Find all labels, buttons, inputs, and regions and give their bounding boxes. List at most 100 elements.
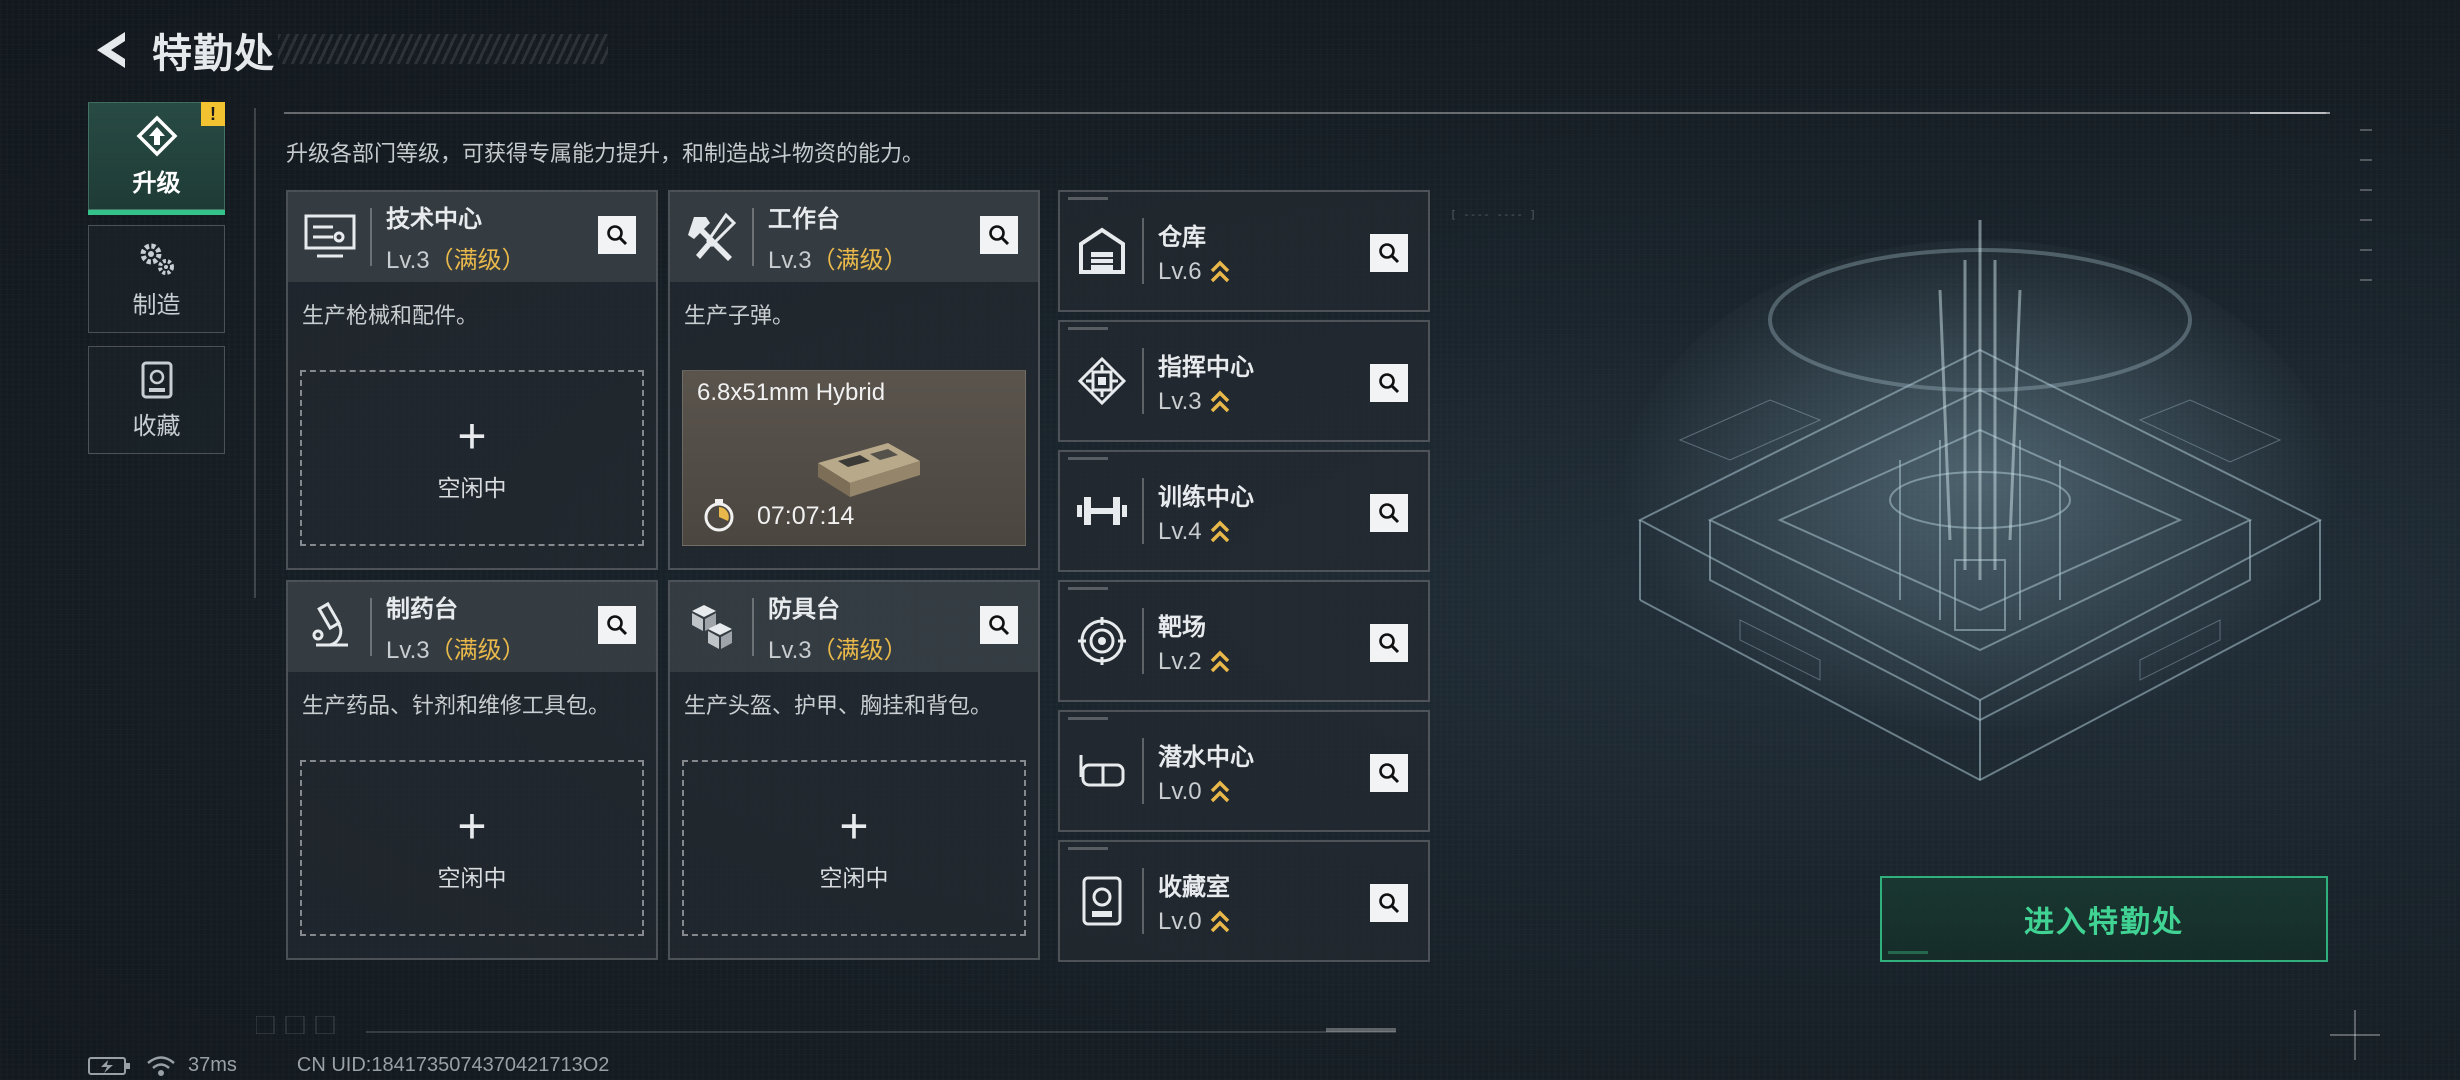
separator (370, 208, 372, 266)
card-decoration (1060, 192, 1428, 204)
card-header: 工作台 Lv.3（满级） (670, 192, 1038, 282)
magnifier-icon (607, 225, 628, 246)
enter-button-label: 进入特勤处 (2024, 906, 2184, 939)
nav-upgrade[interactable]: ! 升级 (88, 102, 225, 215)
magnifier-icon (989, 225, 1010, 246)
plus-icon: + (457, 408, 487, 464)
department-training-center[interactable]: 训练中心 Lv.4 (1058, 450, 1430, 572)
crafting-countdown: 07:07:14 (757, 502, 855, 530)
department-diving-center[interactable]: 潜水中心 Lv.0 (1058, 710, 1430, 832)
inspect-button[interactable] (1370, 234, 1408, 272)
nav-craft[interactable]: 制造 (88, 225, 225, 333)
wifi-icon (147, 1055, 175, 1076)
nav-label: 升级 (132, 169, 181, 197)
card-header: 防具台 Lv.3（满级） (670, 582, 1038, 672)
separator (1142, 608, 1144, 674)
max-level-tag: （满级） (429, 637, 526, 664)
max-level-tag: （满级） (811, 247, 908, 274)
idle-slot[interactable]: + 空闲中 (682, 760, 1026, 936)
upgrade-icon (136, 115, 177, 156)
upgrade-chevron-icon (1210, 910, 1229, 932)
alert-badge: ! (201, 102, 225, 126)
inspect-button[interactable] (1370, 754, 1408, 792)
upgrade-chevron-icon (1210, 520, 1229, 542)
facility-name: 制药台 (386, 596, 458, 623)
facility-name: 工作台 (768, 206, 840, 233)
department-shooting-range[interactable]: 靶场 Lv.2 (1058, 580, 1430, 702)
department-collection-room[interactable]: 收藏室 Lv.0 (1058, 840, 1430, 962)
inspect-button[interactable] (980, 216, 1018, 254)
upgrade-chevron-icon (1210, 780, 1229, 802)
chip-icon (1074, 353, 1130, 409)
nav-collection[interactable]: 收藏 (88, 346, 225, 454)
facility-card-workbench: 工作台 Lv.3（满级） 生产子弹。 6.8x51mm Hybrid 07:07… (668, 190, 1040, 570)
department-warehouse[interactable]: 仓库 Lv.6 (1058, 190, 1430, 312)
base-hologram-image (1620, 220, 2340, 782)
status-bar: 37ms CN UID:1841735074370421713O2 (88, 1054, 609, 1077)
inspect-button[interactable] (980, 606, 1018, 644)
trophy-case-icon (1074, 873, 1130, 929)
description: 升级各部门等级，可获得专属能力提升，和制造战斗物资的能力。 (286, 141, 925, 166)
idle-slot[interactable]: + 空闲中 (300, 370, 644, 546)
department-name: 仓库 (1158, 223, 1206, 251)
facility-level: Lv.3（满级） (386, 247, 526, 274)
magnifier-icon (1379, 243, 1400, 264)
max-level-tag: （满级） (429, 247, 526, 274)
facility-description: 生产枪械和配件。 (302, 303, 479, 328)
separator (1142, 348, 1144, 414)
upgrade-chevron-icon (1210, 260, 1229, 282)
upgrade-chevron-icon (1210, 390, 1229, 412)
diving-mask-icon (1074, 743, 1130, 799)
enter-special-ops-button[interactable]: 进入特勤处 (1880, 876, 2328, 962)
warehouse-icon (1074, 223, 1130, 279)
card-decoration (1060, 452, 1428, 464)
plus-icon: + (839, 798, 869, 854)
card-decoration (1060, 842, 1428, 854)
target-icon (1074, 613, 1130, 669)
magnifier-icon (1379, 373, 1400, 394)
upgrade-chevron-icon (1210, 650, 1229, 672)
separator (1142, 218, 1144, 284)
magnifier-icon (989, 615, 1010, 636)
facility-description: 生产药品、针剂和维修工具包。 (302, 693, 611, 718)
facility-name: 防具台 (768, 596, 840, 623)
inspect-button[interactable] (1370, 364, 1408, 402)
inspect-button[interactable] (1370, 884, 1408, 922)
hud-scale-decoration (256, 1016, 1396, 1034)
facility-card-tech-center: 技术中心 Lv.3（满级） 生产枪械和配件。 + 空闲中 (286, 190, 658, 570)
inspect-button[interactable] (598, 216, 636, 254)
department-level: Lv.0 (1158, 777, 1202, 805)
crosshair-decoration (2330, 1010, 2380, 1060)
microscope-icon (302, 599, 358, 655)
magnifier-icon (607, 615, 628, 636)
department-command-center[interactable]: 指挥中心 Lv.3 (1058, 320, 1430, 442)
slot-status: 空闲中 (437, 475, 507, 501)
crafting-slot[interactable]: 6.8x51mm Hybrid 07:07:14 (682, 370, 1026, 546)
department-name: 潜水中心 (1158, 743, 1254, 771)
inspect-button[interactable] (1370, 494, 1408, 532)
card-header: 制药台 Lv.3（满级） (288, 582, 656, 672)
max-level-tag: （满级） (811, 637, 908, 664)
card-decoration (1060, 582, 1428, 594)
department-level: Lv.2 (1158, 647, 1202, 675)
idle-slot[interactable]: + 空闲中 (300, 760, 644, 936)
slot-status: 空闲中 (819, 865, 889, 891)
magnifier-icon (1379, 893, 1400, 914)
inspect-button[interactable] (598, 606, 636, 644)
separator (370, 598, 372, 656)
nav-label: 收藏 (132, 412, 181, 440)
nav-label: 制造 (132, 291, 181, 319)
cubes-icon (684, 599, 740, 655)
collection-icon (141, 361, 172, 398)
facility-level: Lv.3（满级） (386, 637, 526, 664)
crafting-item-name: 6.8x51mm Hybrid (697, 379, 886, 406)
magnifier-icon (1379, 503, 1400, 524)
department-name: 指挥中心 (1158, 353, 1254, 381)
plus-icon: + (457, 798, 487, 854)
facility-description: 生产子弹。 (684, 303, 795, 328)
hud-decoration (2360, 129, 2372, 281)
facility-card-pharmacy: 制药台 Lv.3（满级） 生产药品、针剂和维修工具包。 + 空闲中 (286, 580, 658, 960)
back-button[interactable] (88, 22, 134, 78)
department-level: Lv.0 (1158, 907, 1202, 935)
inspect-button[interactable] (1370, 624, 1408, 662)
